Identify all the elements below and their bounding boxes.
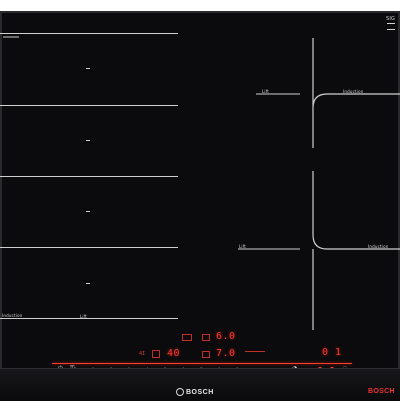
power-display-top: 6.0 xyxy=(216,331,236,342)
timer-small-display: 4I xyxy=(139,351,146,357)
indicator-box-2 xyxy=(202,334,210,341)
zone-center-mark-1 xyxy=(86,68,90,69)
indicator-box-1 xyxy=(182,334,192,341)
induction-hob-glass xyxy=(0,11,400,389)
right-top-induction-label: Induction xyxy=(343,89,364,94)
indicator-box-3 xyxy=(152,350,160,358)
right-bottom-induction-label: Induction xyxy=(368,244,389,249)
zone-divider-3 xyxy=(0,176,178,177)
zone-center-mark-3 xyxy=(86,211,90,212)
watermark-text: BOSCH xyxy=(368,388,395,395)
zone-divider-4 xyxy=(0,247,178,248)
corner-logo-text: SIG xyxy=(386,16,396,22)
timer-display: 40 xyxy=(167,348,181,359)
zone-divider-1 xyxy=(0,33,178,34)
hob-frame-bottom xyxy=(0,368,400,401)
brand-name: BOSCH xyxy=(186,389,214,396)
zone-center-mark-2 xyxy=(86,140,90,141)
indicator-box-4 xyxy=(202,351,210,358)
zone-center-mark-4 xyxy=(86,283,90,284)
brand-logo-icon xyxy=(176,388,184,396)
fine-print xyxy=(3,36,19,38)
power-slider-strip[interactable] xyxy=(52,363,352,364)
power-display-bottom: 7.0 xyxy=(216,348,236,359)
zone-divider-5 xyxy=(0,318,178,319)
right-display: 0 1 xyxy=(322,347,342,358)
right-top-lift-label: Lift xyxy=(262,89,270,94)
right-bottom-lift-label: Lift xyxy=(239,244,247,249)
left-zone-induction-label: Induction xyxy=(2,313,23,318)
left-zone-lift-label: Lift xyxy=(80,314,88,319)
indicator-line-1 xyxy=(245,351,265,352)
corner-logo-mark xyxy=(387,23,395,30)
zone-divider-2 xyxy=(0,105,178,106)
